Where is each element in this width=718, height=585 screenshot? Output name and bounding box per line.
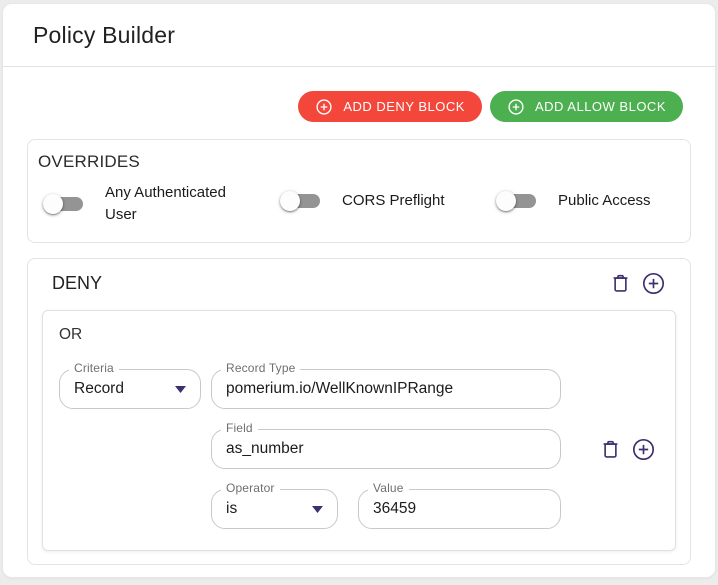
chevron-down-icon: [175, 386, 186, 393]
add-allow-block-button[interactable]: ADD ALLOW BLOCK: [490, 91, 683, 122]
any-authenticated-user-switch[interactable]: [38, 185, 93, 223]
operator-select[interactable]: Operator is: [211, 489, 338, 529]
operator-select-value: is: [226, 500, 304, 518]
plus-circle-icon: [507, 98, 525, 116]
group-operator-label: OR: [59, 326, 659, 344]
deny-block-section: DENY: [27, 258, 691, 565]
field-input[interactable]: [226, 440, 546, 458]
toggle-label: Any Authenticated User: [105, 182, 255, 226]
toggle-public-access: Public Access: [491, 182, 651, 220]
public-access-switch[interactable]: [491, 182, 546, 220]
add-rule-button[interactable]: [631, 437, 656, 462]
toggle-label: CORS Preflight: [342, 190, 445, 212]
trash-icon: [609, 272, 632, 295]
deny-block-title: DENY: [52, 273, 102, 294]
chevron-down-icon: [312, 506, 323, 513]
panel-body: ADD DENY BLOCK ADD ALLOW BLOCK OVERRIDES: [3, 67, 715, 578]
criteria-row: Criteria Record Record Type: [59, 369, 659, 409]
add-allow-block-label: ADD ALLOW BLOCK: [535, 99, 666, 114]
field-field: Field: [211, 429, 561, 469]
criteria-select-value: Record: [74, 380, 167, 398]
overrides-section: OVERRIDES Any Authenticated User CORS Pr…: [27, 139, 691, 243]
operator-value-row: Operator is Value: [211, 489, 659, 529]
page-title: Policy Builder: [33, 22, 175, 49]
policy-builder-panel: Policy Builder ADD DENY BLOCK ADD ALLOW …: [2, 3, 716, 578]
operator-select-label: Operator: [221, 481, 280, 495]
panel-header: Policy Builder: [3, 4, 715, 67]
value-input[interactable]: [373, 500, 546, 518]
record-type-field: Record Type: [211, 369, 561, 409]
value-label: Value: [368, 481, 409, 495]
toggle-label: Public Access: [558, 190, 651, 212]
deny-block-header: DENY: [42, 269, 676, 296]
overrides-title: OVERRIDES: [38, 152, 680, 172]
add-rule-group-button[interactable]: [641, 271, 666, 296]
record-type-label: Record Type: [221, 361, 300, 375]
value-field: Value: [358, 489, 561, 529]
field-row: Field: [211, 429, 659, 469]
overrides-toggles-row: Any Authenticated User CORS Preflight Pu…: [38, 182, 680, 226]
plus-circle-icon: [315, 98, 333, 116]
deny-block-actions: [609, 271, 666, 296]
toggle-any-authenticated-user: Any Authenticated User: [38, 182, 275, 226]
criteria-select-label: Criteria: [69, 361, 119, 375]
cors-preflight-switch[interactable]: [275, 182, 330, 220]
record-type-input[interactable]: [226, 380, 546, 398]
switch-thumb: [496, 191, 516, 211]
criteria-select[interactable]: Criteria Record: [59, 369, 201, 409]
or-group-card: OR Criteria Record Record Type: [42, 310, 676, 551]
add-deny-block-button[interactable]: ADD DENY BLOCK: [298, 91, 482, 122]
plus-circle-icon: [641, 271, 666, 296]
plus-circle-icon: [631, 437, 656, 462]
switch-thumb: [280, 191, 300, 211]
rule-actions: [599, 437, 656, 462]
block-actions-row: ADD DENY BLOCK ADD ALLOW BLOCK: [27, 91, 691, 122]
field-label: Field: [221, 421, 258, 435]
add-deny-block-label: ADD DENY BLOCK: [343, 99, 465, 114]
delete-rule-button[interactable]: [599, 438, 622, 461]
toggle-cors-preflight: CORS Preflight: [275, 182, 491, 220]
delete-deny-block-button[interactable]: [609, 272, 632, 295]
switch-thumb: [43, 194, 63, 214]
trash-icon: [599, 438, 622, 461]
